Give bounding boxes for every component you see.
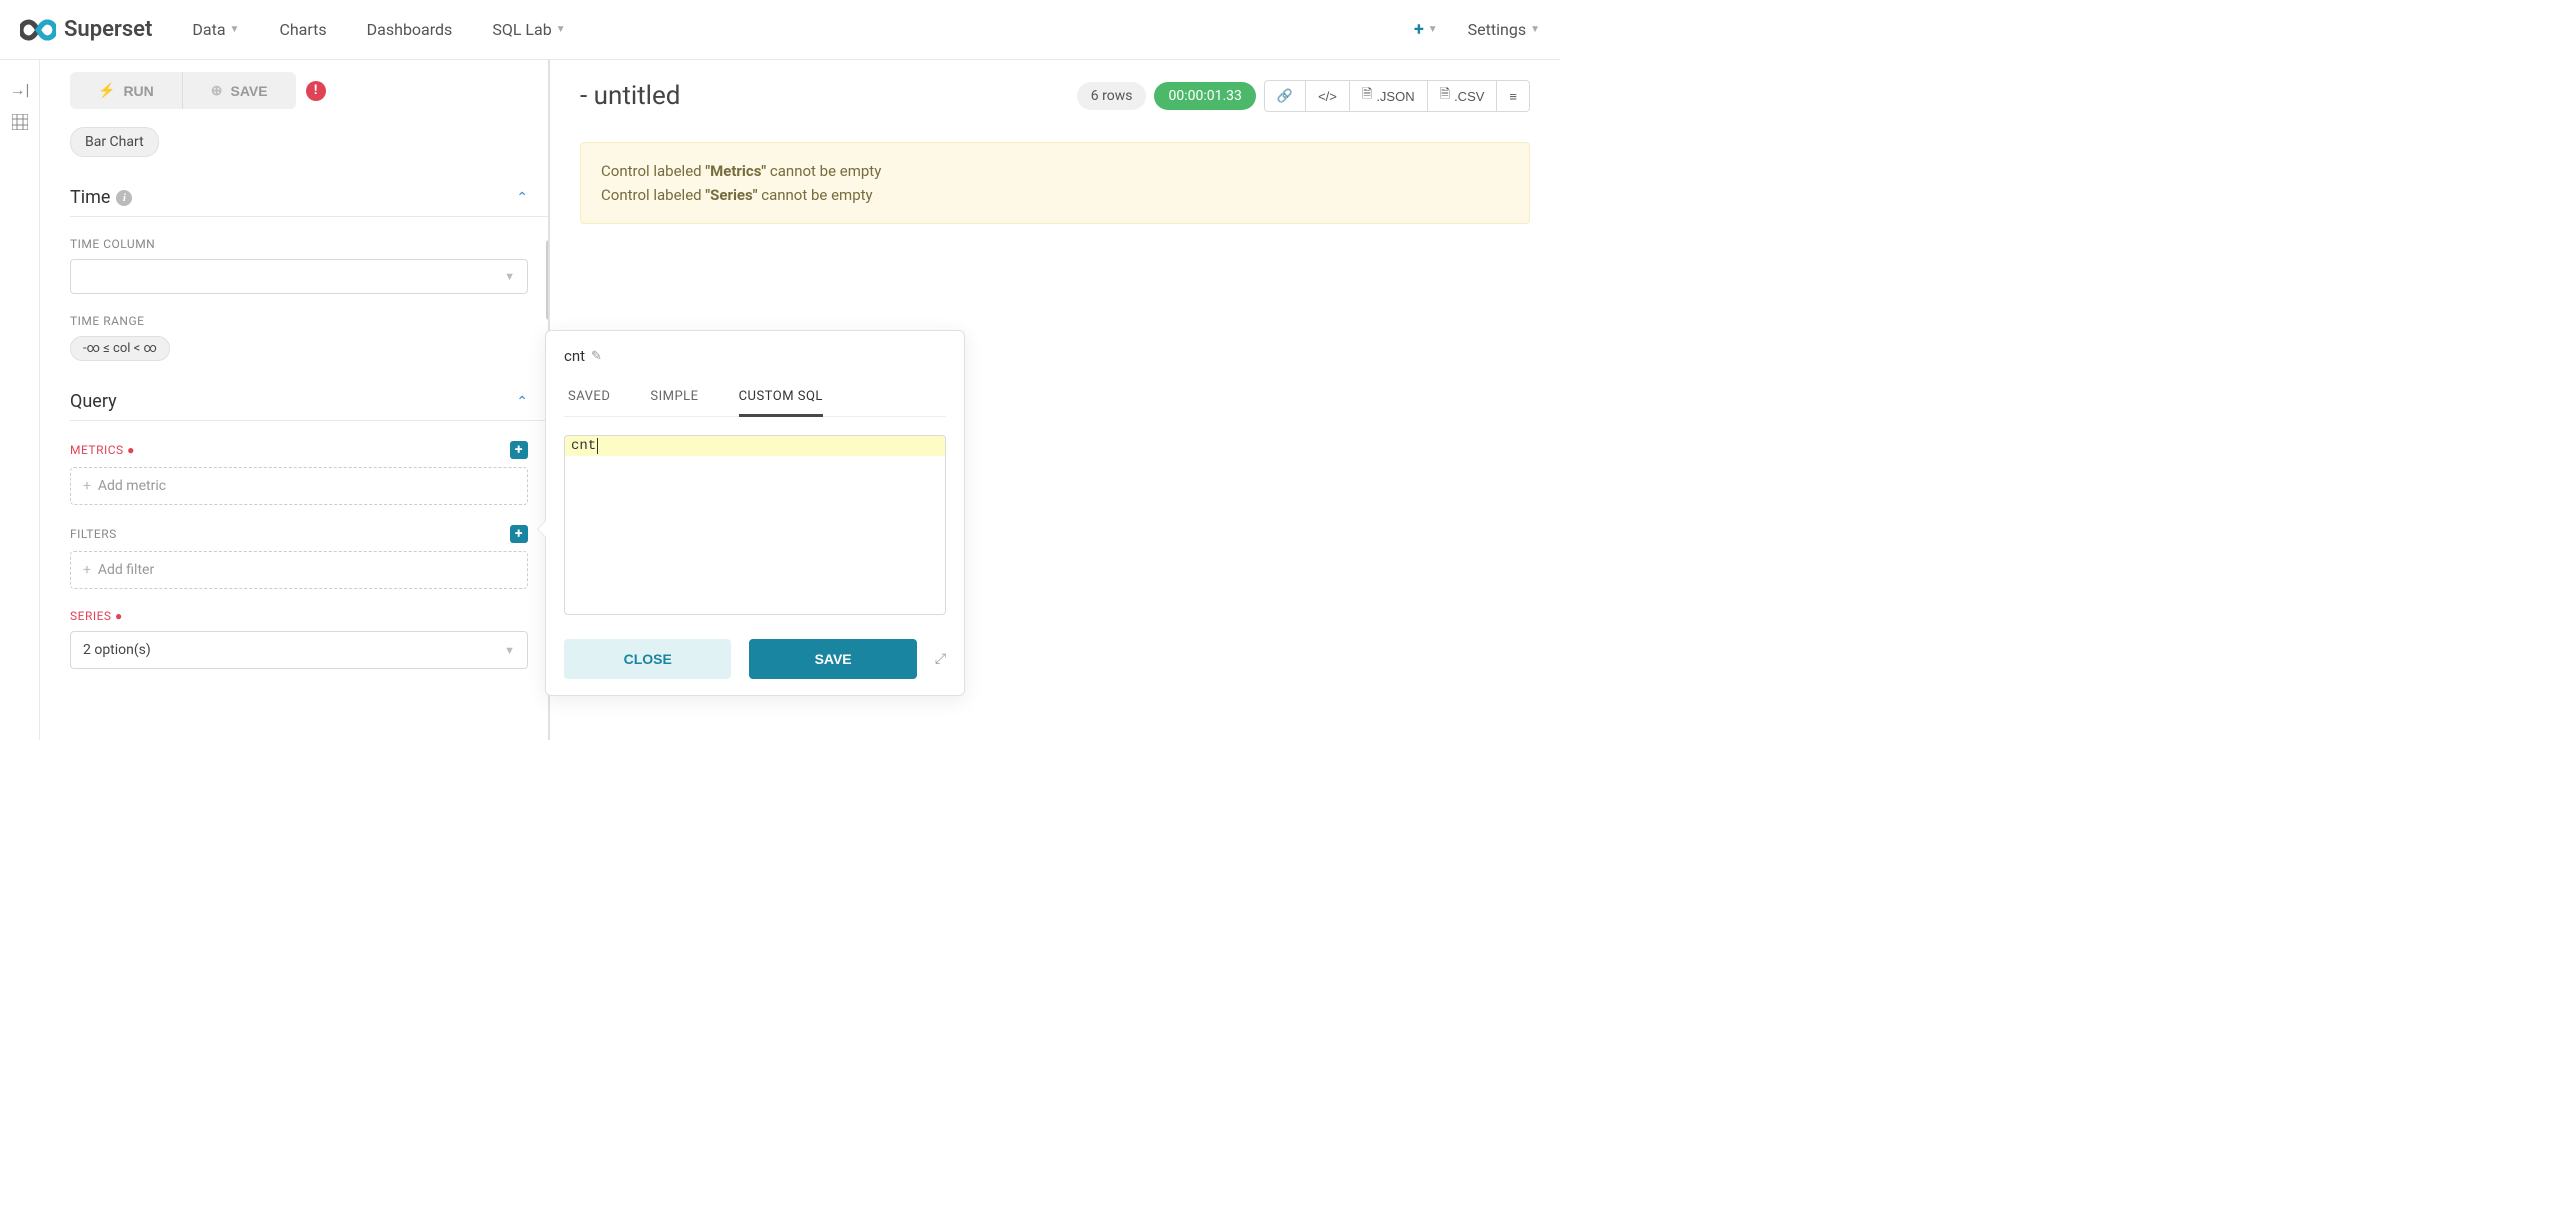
chevron-up-icon: ⌃: [516, 190, 528, 206]
link-icon: 🔗: [1277, 88, 1293, 104]
tab-simple[interactable]: SIMPLE: [650, 379, 698, 417]
caret-down-icon: ▼: [504, 270, 515, 283]
caret-down-icon: ▼: [556, 24, 566, 35]
warning-line-metrics: Control labeled "Metrics" cannot be empt…: [601, 159, 1509, 183]
error-dot-icon: ●: [127, 443, 135, 457]
viz-type-chip[interactable]: Bar Chart: [70, 127, 159, 157]
nav-settings[interactable]: Settings▼: [1468, 20, 1540, 39]
plus-circle-icon: ⊕: [211, 82, 223, 99]
popover-tabs: SAVED SIMPLE CUSTOM SQL: [564, 379, 946, 417]
time-column-label: TIME COLUMN: [70, 237, 155, 251]
tool-group: 🔗 </> 🗎.JSON 🗎.CSV ≡: [1264, 80, 1530, 112]
section-time-title: Time: [70, 187, 110, 208]
save-button[interactable]: ⊕SAVE: [183, 72, 296, 109]
rows-badge: 6 rows: [1077, 82, 1147, 110]
time-column-select[interactable]: ▼: [70, 259, 528, 294]
warning-line-series: Control labeled "Series" cannot be empty: [601, 183, 1509, 207]
section-query: Query ⌃ METRICS ● + + Add metric FILTERS +…: [70, 391, 548, 669]
field-filters: FILTERS + + Add filter: [70, 525, 548, 589]
caret-down-icon: ▼: [230, 24, 240, 35]
expand-panel-icon[interactable]: →|: [10, 80, 30, 100]
tab-saved[interactable]: SAVED: [568, 379, 610, 417]
bolt-icon: ⚡: [98, 82, 115, 99]
chart-header: - untitled 6 rows 00:00:01.33 🔗 </> 🗎.JS…: [580, 80, 1530, 112]
file-icon: 🗎: [1440, 85, 1450, 107]
json-button[interactable]: 🗎.JSON: [1349, 80, 1427, 112]
series-select[interactable]: 2 option(s)▼: [70, 631, 528, 669]
tab-custom-sql[interactable]: CUSTOM SQL: [739, 379, 823, 417]
caret-down-icon: ▼: [504, 644, 515, 657]
popover-arrow: [538, 521, 546, 537]
text-cursor: [597, 438, 598, 454]
nav-charts[interactable]: Charts: [279, 20, 326, 39]
top-nav: Superset Data▼ Charts Dashboards SQL Lab…: [0, 0, 1560, 60]
control-panel: ⚡RUN ⊕SAVE ! Bar Chart Timei ⌃ TIME COLU…: [40, 60, 550, 740]
time-range-label: TIME RANGE: [70, 314, 144, 328]
embed-button[interactable]: </>: [1305, 80, 1349, 112]
run-button[interactable]: ⚡RUN: [70, 72, 183, 109]
chart-tools: 6 rows 00:00:01.33 🔗 </> 🗎.JSON 🗎.CSV ≡: [1077, 80, 1530, 112]
caret-down-icon: ▼: [1428, 24, 1438, 35]
menu-button[interactable]: ≡: [1496, 80, 1530, 112]
chevron-up-icon: ⌃: [516, 394, 528, 410]
section-query-header[interactable]: Query ⌃: [70, 391, 548, 421]
error-icon[interactable]: !: [306, 81, 326, 101]
code-icon: </>: [1318, 89, 1337, 104]
close-button[interactable]: CLOSE: [564, 639, 731, 679]
plus-icon: +: [83, 562, 91, 578]
filters-label: FILTERS: [70, 527, 117, 541]
warning-box: Control labeled "Metrics" cannot be empt…: [580, 142, 1530, 224]
field-metrics: METRICS ● + + Add metric: [70, 441, 548, 505]
series-label: SERIES: [70, 609, 112, 623]
infinity-icon: [20, 19, 56, 41]
popover-save-button[interactable]: SAVE: [749, 639, 916, 679]
time-range-pill[interactable]: -∞ ≤ col < ∞: [70, 336, 170, 361]
metrics-label: METRICS: [70, 443, 124, 457]
add-filter-button[interactable]: +: [510, 525, 528, 543]
menu-icon: ≡: [1509, 89, 1517, 104]
field-time-range: TIME RANGE -∞ ≤ col < ∞: [70, 314, 548, 361]
nav-right: +▼ Settings▼: [1414, 19, 1540, 40]
action-bar: ⚡RUN ⊕SAVE !: [70, 72, 548, 109]
nav-data[interactable]: Data▼: [192, 20, 239, 39]
field-time-column: TIME COLUMN ▼: [70, 237, 548, 294]
expand-icon[interactable]: ⤢: [935, 651, 946, 667]
brand-name: Superset: [64, 17, 152, 42]
section-time-header[interactable]: Timei ⌃: [70, 187, 548, 217]
field-series: SERIES ● 2 option(s)▼: [70, 609, 548, 669]
grid-icon[interactable]: [12, 114, 28, 134]
pencil-icon[interactable]: ✎: [591, 349, 602, 364]
logo[interactable]: Superset: [20, 17, 152, 42]
time-badge: 00:00:01.33: [1154, 82, 1255, 110]
chart-title[interactable]: - untitled: [580, 81, 680, 111]
filters-input[interactable]: + Add filter: [70, 551, 528, 589]
add-metric-button[interactable]: +: [510, 441, 528, 459]
popover-footer: CLOSE SAVE ⤢: [564, 639, 946, 679]
file-icon: 🗎: [1362, 85, 1372, 107]
csv-button[interactable]: 🗎.CSV: [1427, 80, 1497, 112]
section-time: Timei ⌃ TIME COLUMN ▼ TIME RANGE -∞ ≤ co…: [70, 187, 548, 361]
left-rail: →|: [0, 60, 40, 740]
section-query-title: Query: [70, 391, 117, 412]
popover-title[interactable]: cnt✎: [564, 347, 946, 365]
info-icon[interactable]: i: [116, 190, 132, 206]
nav-items: Data▼ Charts Dashboards SQL Lab▼: [192, 20, 1414, 39]
add-button[interactable]: +▼: [1414, 19, 1438, 40]
nav-dashboards[interactable]: Dashboards: [367, 20, 453, 39]
link-button[interactable]: 🔗: [1264, 80, 1305, 112]
sql-editor[interactable]: cnt: [564, 435, 946, 615]
metrics-input[interactable]: + Add metric: [70, 467, 528, 505]
caret-down-icon: ▼: [1530, 24, 1540, 35]
plus-icon: +: [83, 478, 91, 494]
metric-popover: cnt✎ SAVED SIMPLE CUSTOM SQL cnt CLOSE S…: [545, 330, 965, 696]
nav-sqllab[interactable]: SQL Lab▼: [492, 20, 565, 39]
error-dot-icon: ●: [115, 609, 123, 623]
